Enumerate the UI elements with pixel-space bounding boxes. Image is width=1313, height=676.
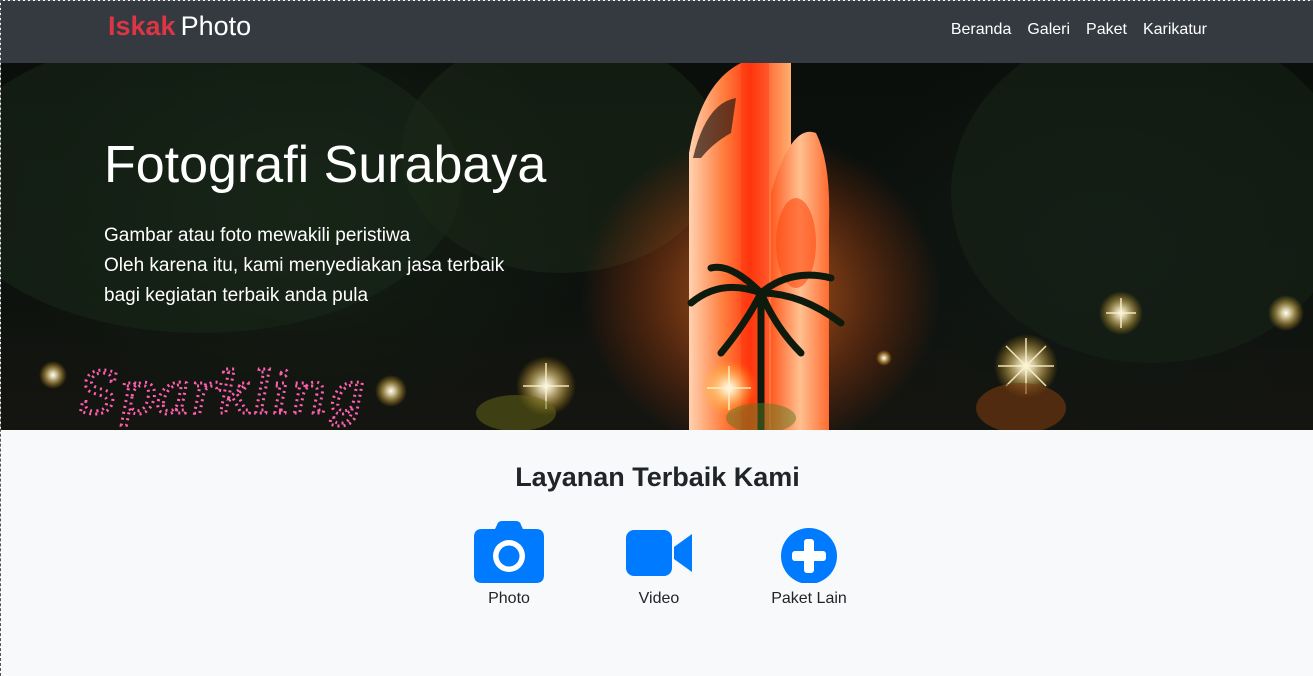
- hero-line: Oleh karena itu, kami menyediakan jasa t…: [104, 255, 505, 276]
- hero-title: Fotografi Surabaya: [104, 136, 547, 194]
- hero-description: Gambar atau foto mewakili peristiwa Oleh…: [104, 221, 504, 311]
- nav-item-paket[interactable]: Paket: [1086, 21, 1127, 39]
- service-paket-lain[interactable]: Paket Lain: [759, 521, 859, 609]
- brand-accent-text: Iskak: [108, 11, 176, 41]
- hero-line: bagi kegiatan terbaik anda pula: [104, 285, 369, 306]
- nav-menu: Beranda Galeri Paket Karikatur: [951, 21, 1207, 39]
- hero-banner: Sparkling Fotografi Surabaya Gambar atau…: [1, 63, 1313, 430]
- service-label: Paket Lain: [771, 590, 847, 607]
- services-title: Layanan Terbaik Kami: [515, 462, 800, 492]
- brand-rest-text: Photo: [180, 11, 252, 41]
- service-photo[interactable]: Photo: [459, 521, 559, 609]
- nav-item-beranda[interactable]: Beranda: [951, 21, 1012, 39]
- camera-icon: [474, 521, 544, 583]
- nav-item-galeri[interactable]: Galeri: [1027, 21, 1070, 39]
- sparkling-sign-text: Sparkling: [79, 359, 365, 427]
- video-camera-icon: [626, 530, 692, 576]
- navbar: Iskak Photo Beranda Galeri Paket Karikatu…: [1, 1, 1313, 63]
- service-label: Video: [638, 590, 680, 607]
- plus-circle-icon: [781, 528, 837, 583]
- service-label: Photo: [488, 590, 530, 607]
- hero-line: Gambar atau foto mewakili peristiwa: [104, 225, 411, 246]
- brand-logo[interactable]: Iskak Photo: [108, 11, 251, 41]
- service-video[interactable]: Video: [609, 521, 709, 609]
- nav-item-karikatur[interactable]: Karikatur: [1143, 21, 1207, 39]
